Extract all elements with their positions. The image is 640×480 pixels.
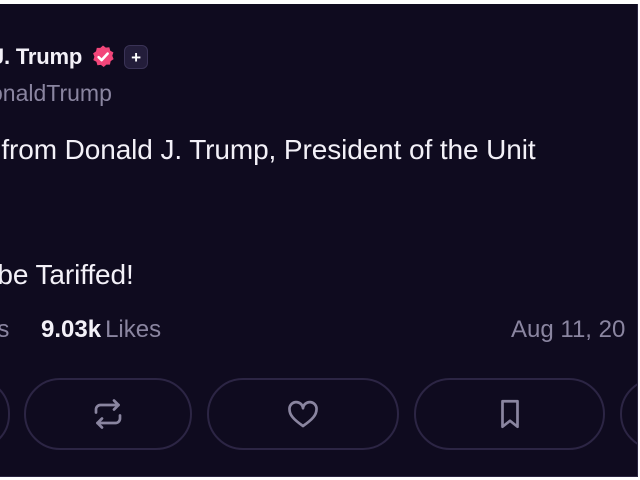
post-text-line-2: : be Tariffed! — [0, 259, 134, 290]
likes-label: Likes — [105, 316, 162, 343]
reposts-label-fragment[interactable]: ns — [0, 316, 9, 344]
post-card: J. Trump + onaldTrump : from Donald J. T… — [0, 4, 638, 477]
share-button[interactable] — [620, 378, 637, 450]
author-display-name[interactable]: J. Trump — [0, 44, 82, 70]
bookmark-icon — [492, 396, 528, 432]
verified-badge-icon — [90, 44, 116, 70]
likes-stat[interactable]: 9.03k Likes — [41, 316, 161, 344]
repost-icon — [90, 396, 126, 432]
author-row: J. Trump + — [0, 40, 149, 74]
repost-button[interactable] — [24, 378, 192, 450]
post-date: Aug 11, 20 — [511, 316, 626, 343]
post-text-line-1: : from Donald J. Trump, President of the… — [0, 134, 536, 165]
likes-count: 9.03k — [41, 316, 102, 343]
heart-icon — [285, 396, 321, 432]
like-button[interactable] — [207, 378, 399, 450]
plus-icon[interactable]: + — [124, 45, 149, 69]
reply-button[interactable] — [0, 378, 10, 450]
bookmark-button[interactable] — [414, 378, 605, 450]
author-handle[interactable]: onaldTrump — [0, 80, 112, 107]
post-stats: ns 9.03kLikes Aug 11, 20 — [0, 316, 637, 348]
